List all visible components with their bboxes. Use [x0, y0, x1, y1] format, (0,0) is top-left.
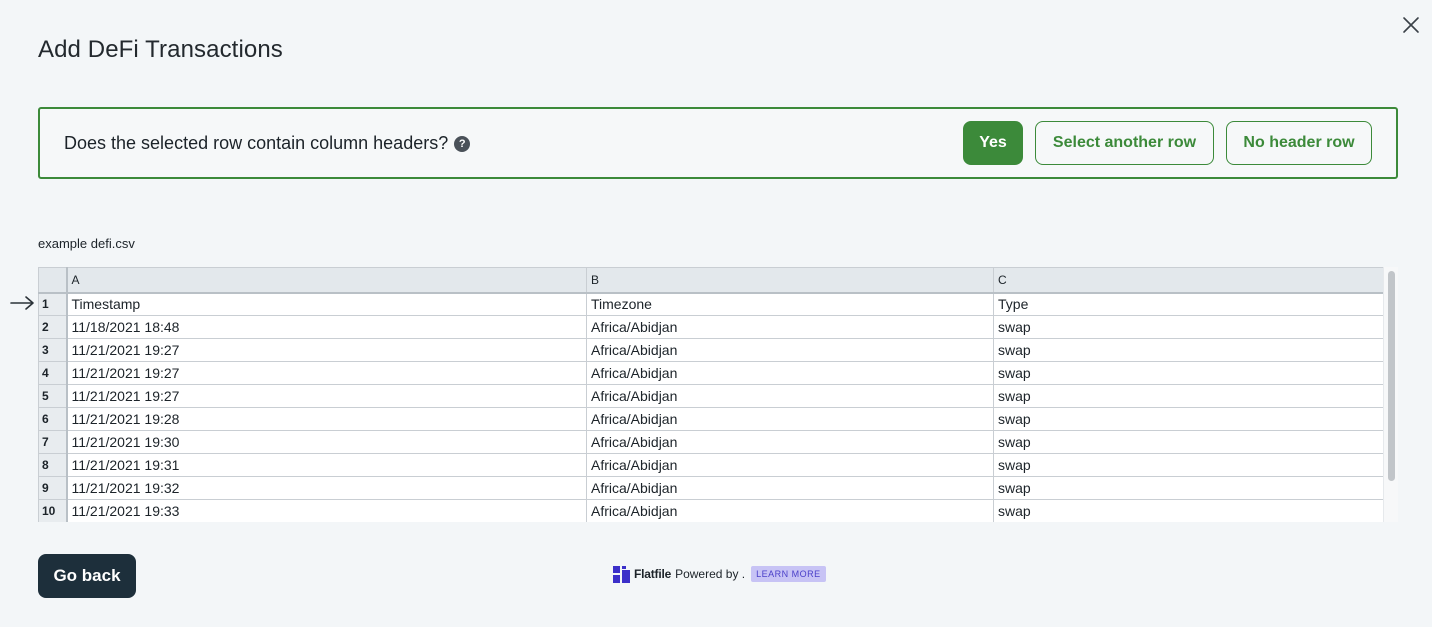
table-cell[interactable]: 11/21/2021 19:27 [66, 361, 587, 385]
table-row[interactable]: 9 11/21/2021 19:32 Africa/Abidjan swap [38, 476, 1384, 500]
table-cell[interactable]: 11/21/2021 19:27 [66, 384, 587, 408]
table-cell[interactable]: Africa/Abidjan [586, 476, 994, 500]
header-row-prompt: Does the selected row contain column hea… [38, 107, 1398, 179]
row-number[interactable]: 1 [38, 292, 68, 316]
add-defi-dialog: Add DeFi Transactions Does the selected … [0, 0, 1432, 627]
select-another-row-button[interactable]: Select another row [1035, 121, 1214, 165]
help-icon[interactable]: ? [454, 135, 471, 152]
table-cell[interactable]: Africa/Abidjan [586, 453, 994, 477]
row-number[interactable]: 2 [38, 315, 68, 339]
column-header-row: A B C [38, 267, 1384, 294]
row-number[interactable]: 4 [38, 361, 68, 385]
row-number[interactable]: 10 [38, 499, 68, 522]
no-header-row-button[interactable]: No header row [1226, 121, 1372, 165]
close-icon[interactable] [1398, 12, 1424, 38]
row-number[interactable]: 8 [38, 453, 68, 477]
table-cell[interactable]: Type [993, 292, 1384, 316]
table-row[interactable]: 7 11/21/2021 19:30 Africa/Abidjan swap [38, 430, 1384, 454]
table-cell[interactable]: swap [993, 338, 1384, 362]
table-cell[interactable]: Africa/Abidjan [586, 338, 994, 362]
row-number[interactable]: 9 [38, 476, 68, 500]
grid-corner [38, 267, 68, 294]
row-number[interactable]: 6 [38, 407, 68, 431]
table-cell[interactable]: Africa/Abidjan [586, 315, 994, 339]
table-cell[interactable]: swap [993, 430, 1384, 454]
table-cell[interactable]: 11/21/2021 19:30 [66, 430, 587, 454]
data-grid[interactable]: A B C 1 Timestamp Timezone Type 2 11/18/… [38, 267, 1398, 522]
file-name: example defi.csv [38, 236, 135, 251]
row-number[interactable]: 7 [38, 430, 68, 454]
column-header-c[interactable]: C [993, 267, 1384, 294]
table-cell[interactable]: Timezone [586, 292, 994, 316]
table-cell[interactable]: 11/21/2021 19:28 [66, 407, 587, 431]
table-cell[interactable]: Africa/Abidjan [586, 384, 994, 408]
table-cell[interactable]: swap [993, 384, 1384, 408]
table-cell[interactable]: swap [993, 476, 1384, 500]
table-cell[interactable]: Africa/Abidjan [586, 430, 994, 454]
arrow-right-icon [10, 294, 36, 312]
table-cell[interactable]: Africa/Abidjan [586, 361, 994, 385]
table-cell[interactable]: swap [993, 453, 1384, 477]
table-cell[interactable]: 11/21/2021 19:33 [66, 499, 587, 522]
table-cell[interactable]: 11/21/2021 19:27 [66, 338, 587, 362]
header-question-text: Does the selected row contain column hea… [64, 133, 449, 153]
table-cell[interactable]: swap [993, 315, 1384, 339]
learn-more-link[interactable]: LEARN MORE [751, 566, 826, 582]
scrollbar-thumb[interactable] [1388, 271, 1395, 481]
table-row[interactable]: 10 11/21/2021 19:33 Africa/Abidjan swap [38, 499, 1384, 522]
column-header-b[interactable]: B [586, 267, 994, 294]
powered-by-flatfile: Flatfile Powered by . LEARN MORE [613, 564, 826, 584]
table-row[interactable]: 1 Timestamp Timezone Type [38, 292, 1384, 316]
table-cell[interactable]: swap [993, 499, 1384, 522]
table-row[interactable]: 4 11/21/2021 19:27 Africa/Abidjan swap [38, 361, 1384, 385]
table-cell[interactable]: swap [993, 361, 1384, 385]
grid-scrollbar[interactable] [1383, 267, 1398, 522]
yes-button[interactable]: Yes [963, 121, 1023, 165]
header-question: Does the selected row contain column hea… [64, 133, 471, 154]
table-cell[interactable]: 11/18/2021 18:48 [66, 315, 587, 339]
column-header-a[interactable]: A [66, 267, 587, 294]
flatfile-brand: Flatfile [634, 567, 672, 581]
table-cell[interactable]: swap [993, 407, 1384, 431]
table-row[interactable]: 3 11/21/2021 19:27 Africa/Abidjan swap [38, 338, 1384, 362]
table-row[interactable]: 5 11/21/2021 19:27 Africa/Abidjan swap [38, 384, 1384, 408]
row-number[interactable]: 3 [38, 338, 68, 362]
table-cell[interactable]: Africa/Abidjan [586, 499, 994, 522]
page-title: Add DeFi Transactions [38, 36, 283, 63]
powered-by-text: Powered by . [675, 567, 746, 581]
table-cell[interactable]: Africa/Abidjan [586, 407, 994, 431]
preview-table: A B C 1 Timestamp Timezone Type 2 11/18/… [38, 267, 1384, 522]
table-cell[interactable]: 11/21/2021 19:32 [66, 476, 587, 500]
table-cell[interactable]: 11/21/2021 19:31 [66, 453, 587, 477]
flatfile-logo-icon [613, 565, 630, 583]
row-number[interactable]: 5 [38, 384, 68, 408]
table-row[interactable]: 6 11/21/2021 19:28 Africa/Abidjan swap [38, 407, 1384, 431]
table-row[interactable]: 2 11/18/2021 18:48 Africa/Abidjan swap [38, 315, 1384, 339]
go-back-button[interactable]: Go back [38, 554, 136, 598]
table-cell[interactable]: Timestamp [66, 292, 587, 316]
table-row[interactable]: 8 11/21/2021 19:31 Africa/Abidjan swap [38, 453, 1384, 477]
